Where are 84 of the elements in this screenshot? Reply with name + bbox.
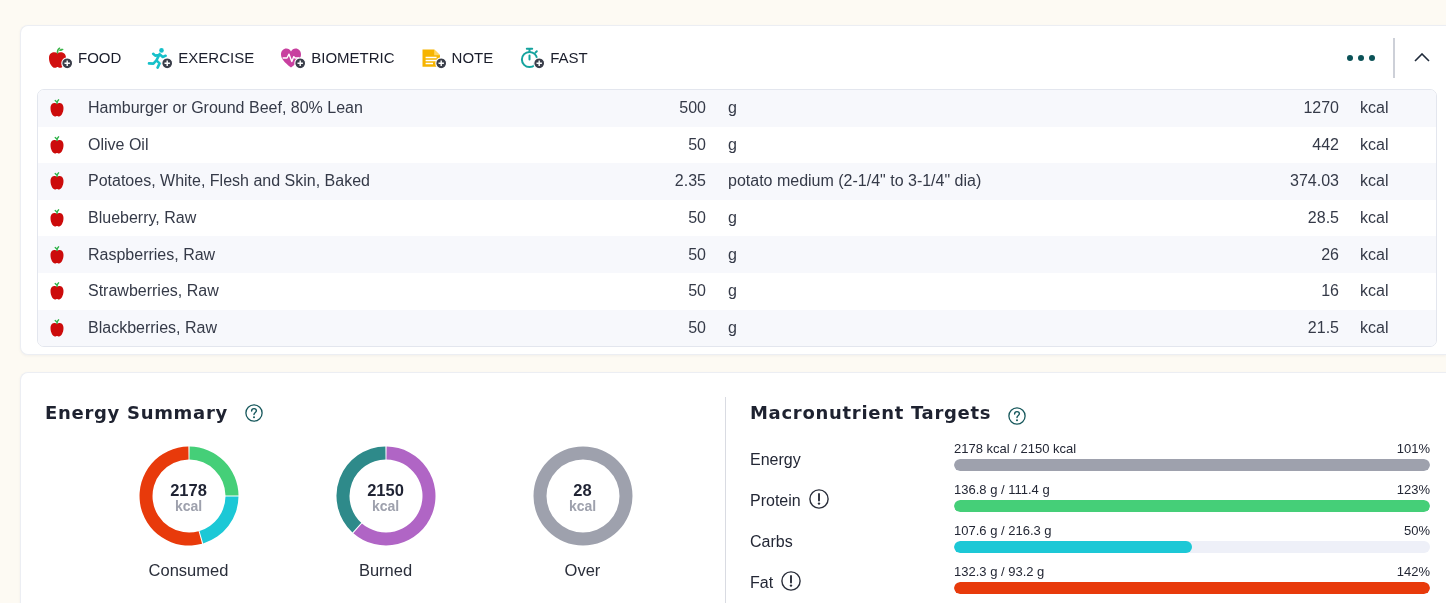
calorie-unit: kcal: [1360, 318, 1390, 337]
apple-icon: [50, 209, 64, 228]
food-calories: 28.5: [1307, 209, 1339, 228]
exercise-button[interactable]: EXERCISE: [147, 46, 255, 69]
help-icon: [244, 404, 263, 423]
food-name: Blueberry, Raw: [88, 209, 198, 228]
donut-value: 2178: [170, 482, 207, 500]
calorie-unit: kcal: [1360, 172, 1390, 191]
food-row[interactable]: Blackberries, Raw 50 g 21.5 kcal: [38, 309, 1436, 347]
food-row[interactable]: Hamburger or Ground Beef, 80% Lean 500 g 1270 kcal: [38, 90, 1436, 127]
food-name: Olive Oil: [88, 135, 150, 154]
apple-icon: [50, 135, 64, 154]
macro-percent: 50%: [1403, 523, 1430, 540]
help-icon: [1008, 406, 1027, 425]
more-icon: [1347, 54, 1375, 61]
runner-plus-icon: [147, 46, 174, 69]
food-row[interactable]: Raspberries, Raw 50 g 26 kcal: [38, 236, 1436, 273]
macro-reading: 2178 kcal / 2150 kcal: [954, 441, 1077, 458]
donut-value: 28: [573, 482, 592, 500]
apple-icon: [50, 172, 64, 191]
heart-pulse-plus-icon: [280, 46, 307, 69]
apple-icon: [50, 318, 64, 337]
food-unit: g: [727, 99, 738, 118]
calorie-unit: kcal: [1360, 135, 1390, 154]
macro-percent: 142%: [1396, 564, 1430, 581]
food-name: Raspberries, Raw: [88, 245, 217, 264]
food-unit: g: [727, 245, 738, 264]
calorie-unit: kcal: [1360, 209, 1390, 228]
macro-label: Protein: [750, 491, 801, 512]
food-name: Blackberries, Raw: [88, 318, 218, 337]
food-row[interactable]: Strawberries, Raw 50 g 16 kcal: [38, 272, 1436, 310]
apple-icon: [50, 245, 64, 264]
note-button[interactable]: NOTE: [420, 46, 494, 69]
food-calories: 26: [1321, 245, 1339, 264]
apple-icon: [50, 282, 64, 301]
calorie-unit: kcal: [1360, 99, 1390, 118]
food-amount: 50: [688, 318, 706, 337]
food-row[interactable]: Olive Oil 50 g 442 kcal: [38, 126, 1436, 164]
food-amount: 2.35: [674, 172, 706, 191]
macro-reading: 132.3 g / 93.2 g: [954, 564, 1045, 581]
donut-label: Over: [564, 560, 601, 581]
donut-label: Consumed: [148, 560, 229, 581]
calorie-unit: kcal: [1360, 245, 1390, 264]
food-name: Potatoes, White, Flesh and Skin, Baked: [88, 172, 371, 191]
section-title: Macronutrient Targets: [750, 401, 992, 426]
food-amount: 50: [688, 209, 706, 228]
macro-label: Fat: [750, 573, 774, 594]
food-name: Hamburger or Ground Beef, 80% Lean: [88, 99, 364, 118]
food-calories: 442: [1312, 135, 1339, 154]
food-calories: 374.03: [1290, 172, 1339, 191]
macro-percent: 123%: [1396, 482, 1430, 499]
apple-icon: [50, 99, 64, 118]
stopwatch-plus-icon: [519, 46, 546, 69]
food-amount: 500: [679, 99, 706, 118]
food-amount: 50: [688, 282, 706, 301]
macro-label: Carbs: [750, 532, 793, 553]
section-title: Energy Summary: [45, 401, 228, 426]
donut-label: Burned: [358, 560, 413, 581]
food-unit: g: [727, 209, 738, 228]
apple-plus-icon: [47, 46, 73, 69]
macro-label: Energy: [750, 450, 801, 471]
food-row[interactable]: Blueberry, Raw 50 g 28.5 kcal: [38, 199, 1436, 237]
calorie-unit: kcal: [1360, 282, 1390, 301]
macro-percent: 101%: [1396, 441, 1430, 458]
donut-value: 2150: [367, 482, 404, 500]
donut-unit: kcal: [568, 499, 597, 515]
macro-reading: 136.8 g / 111.4 g: [954, 482, 1050, 499]
food-amount: 50: [688, 245, 706, 264]
food-calories: 21.5: [1307, 318, 1339, 337]
biometric-button[interactable]: BIOMETRIC: [280, 46, 395, 69]
food-button[interactable]: FOOD: [47, 46, 122, 69]
food-unit: g: [727, 282, 738, 301]
food-unit: potato medium (2-1/4" to 3-1/4" dia): [727, 172, 983, 191]
fast-button[interactable]: FAST: [519, 46, 588, 69]
donut-unit: kcal: [371, 499, 400, 515]
food-calories: 1270: [1303, 99, 1339, 118]
food-unit: g: [727, 318, 738, 337]
food-unit: g: [727, 135, 738, 154]
donut-unit: kcal: [174, 499, 203, 515]
food-name: Strawberries, Raw: [88, 282, 220, 301]
food-amount: 50: [688, 135, 706, 154]
macro-reading: 107.6 g / 216.3 g: [954, 523, 1052, 540]
food-calories: 16: [1321, 282, 1339, 301]
food-row[interactable]: Potatoes, White, Flesh and Skin, Baked 2.35 potato medium (2-1/4" to 3-1/4" dia) 374.03 kcal: [38, 163, 1436, 200]
